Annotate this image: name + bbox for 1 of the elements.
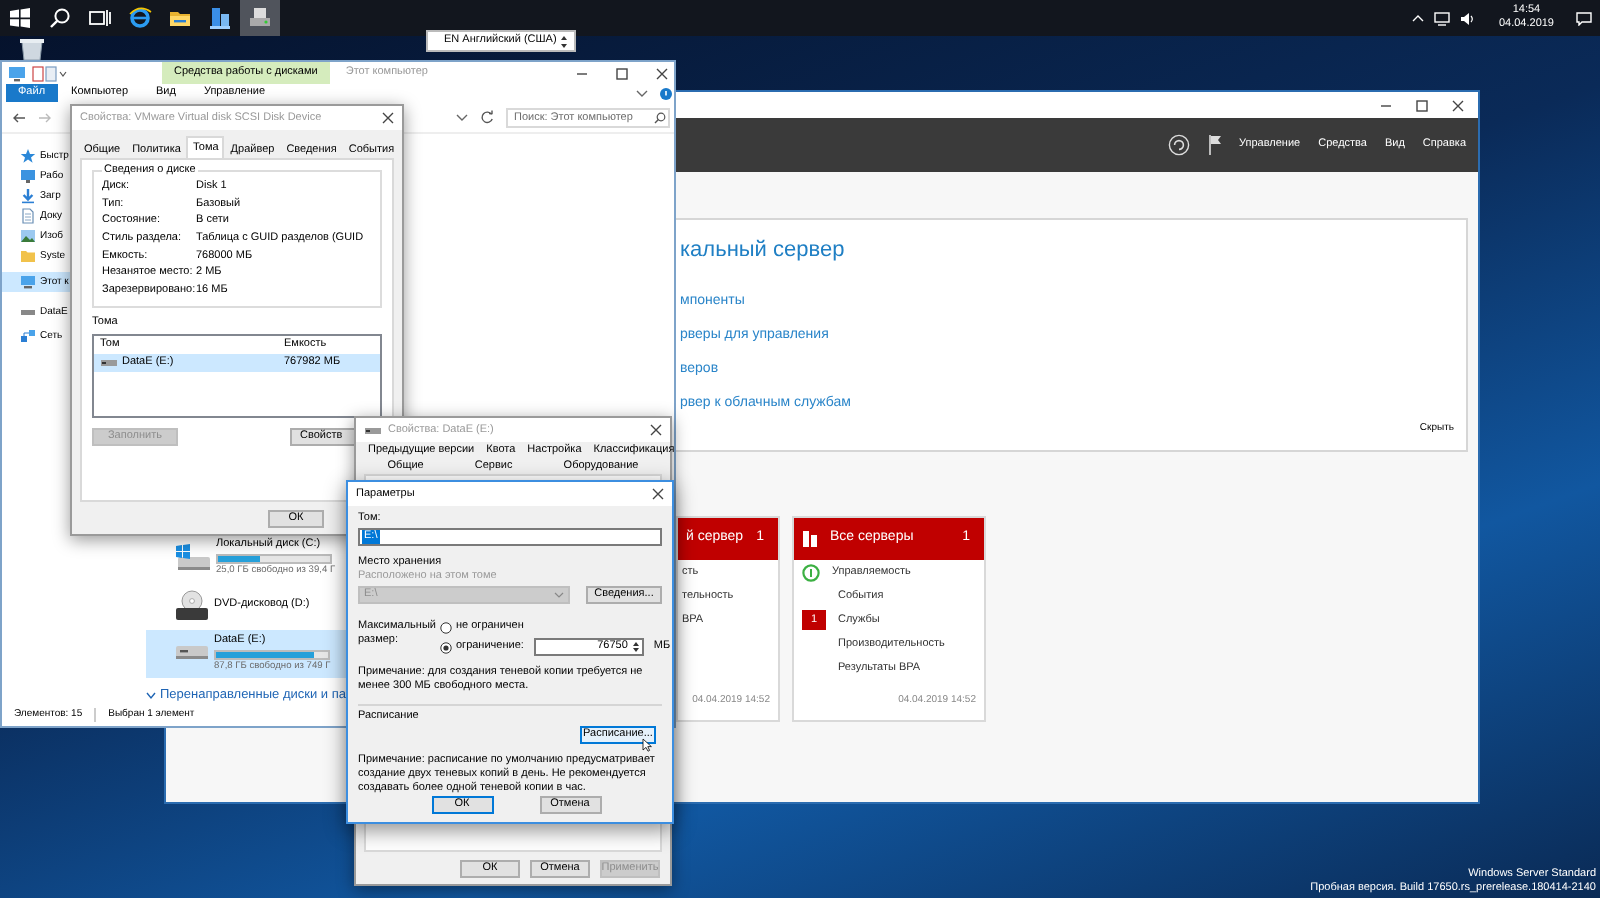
welcome-heading: кальный сервер (680, 238, 847, 266)
